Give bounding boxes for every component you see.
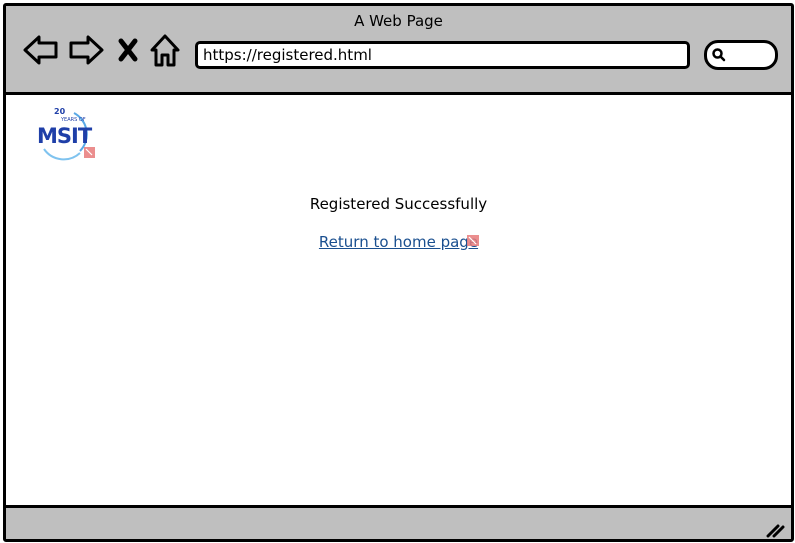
link-container: Return to home page <box>6 232 791 251</box>
msit-logo[interactable]: 20 YEARS OF MSIT <box>34 103 98 163</box>
logo-tagline-number: 20 <box>54 107 66 116</box>
search-button[interactable] <box>704 40 778 70</box>
browser-window: A Web Page https://registered.html 20 YE… <box>3 3 794 542</box>
page-content: 20 YEARS OF MSIT Registered Successfully… <box>6 95 791 505</box>
resize-grip-icon[interactable] <box>765 522 785 538</box>
logo-text: MSIT <box>37 124 93 148</box>
forward-arrow-icon[interactable] <box>67 32 105 68</box>
return-home-link-text: Return to home page <box>318 233 479 251</box>
back-arrow-icon[interactable] <box>22 32 60 68</box>
url-input[interactable]: https://registered.html <box>195 41 690 69</box>
status-bar <box>6 505 791 539</box>
close-x-icon[interactable] <box>114 32 142 68</box>
logo-tagline: YEARS OF <box>60 117 86 123</box>
return-home-link[interactable]: Return to home page <box>318 233 480 251</box>
success-message: Registered Successfully <box>309 195 488 213</box>
browser-toolbar: A Web Page https://registered.html <box>6 6 791 95</box>
home-icon[interactable] <box>148 32 182 68</box>
window-title: A Web Page <box>354 12 443 30</box>
search-icon <box>712 48 726 62</box>
link-marker-icon <box>467 235 480 246</box>
